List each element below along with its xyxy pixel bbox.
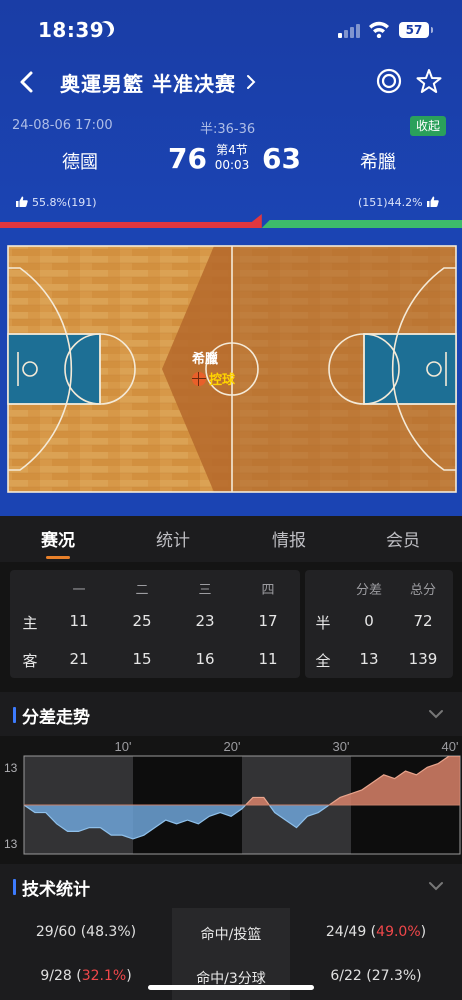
possession-label: 控球 [209,373,236,388]
away-stat: 24/49 (49.0%) [325,924,427,940]
score-diff-chart: 10' 20' 30' 40' 13 13 [0,736,462,862]
away-stat: 6/22 (27.3%) [290,968,462,984]
x-tick-label: 20' [224,739,241,754]
away-stat-value: 24/49 [325,924,367,940]
stat-row: 29/60 (48.3%) 命中/投篮 24/49 (49.0%) [0,910,462,954]
tab-bar: 赛况 统计 情报 会员 [0,516,462,562]
wifi-icon [369,21,389,38]
thumbs-up-icon [426,196,439,207]
quarter-score: 21 [69,650,89,668]
y-tick-label: 13 [4,837,18,851]
support-ratio-bar [0,214,462,228]
possession-team: 希臘 [192,352,219,367]
section-title: 分差走势 [22,708,90,728]
quarter-header: 四 [261,583,275,598]
match-datetime: 24-08-06 17:00 [12,118,113,133]
x-tick-label: 30' [333,739,350,754]
half-score: 半:36-36 [200,122,256,137]
home-score: 76 [168,142,207,175]
home-support-text: 55.8%(191) [32,196,97,209]
quarter-score: 11 [69,612,89,630]
row-label-away: 客 [22,652,38,670]
period-label: 第4节 [216,143,248,157]
chevron-down-icon[interactable] [428,708,444,720]
x-tick-label: 40' [442,739,459,754]
collapse-button[interactable]: 收起 [410,116,447,136]
quarter-score: 25 [132,612,152,630]
away-score: 63 [262,142,301,175]
home-team-name[interactable]: 德國 [62,148,98,174]
quarter-score: 15 [132,650,152,668]
home-support[interactable]: 55.8%(191) [16,196,97,209]
row-label-half: 半 [315,614,331,632]
away-support-bar [261,220,462,228]
totals-table: 分差 总分 半 0 72 全 13 139 [305,570,453,678]
status-bar: 18:39 57 [0,0,462,58]
quarter-score: 16 [195,650,215,668]
battery-indicator: 57 [399,22,433,38]
quarter-score: 23 [195,612,215,630]
tech-stats-header[interactable]: 技术统计 [0,864,462,908]
totals-header: 总分 [409,583,436,598]
quarter-header: 三 [198,583,212,598]
live-target-icon[interactable] [376,68,402,94]
quarter-score-table: 一 二 三 四 主 11 25 23 17 客 21 15 16 11 [10,570,300,678]
tab-active-indicator [46,556,70,559]
tab-stats[interactable]: 统计 [133,526,213,551]
away-team-name[interactable]: 希臘 [360,148,396,174]
favorite-star-icon[interactable] [416,68,442,94]
home-stat-value: 9/28 [40,968,72,984]
score-diff: 13 [359,650,379,668]
thumbs-up-icon [16,196,28,207]
home-stat-pct: 32.1% [81,968,127,984]
back-arrow-icon[interactable] [14,68,42,96]
away-stat-value: 6/22 [330,968,362,984]
match-detail-screen: 18:39 57 奥運男籃 半准决赛 24-08-06 17:00 半:36-3… [0,0,462,1000]
basketball-icon [192,372,206,386]
y-tick-label: 13 [4,761,18,775]
status-time: 18:39 [38,18,105,42]
tab-live[interactable]: 赛况 [18,526,98,551]
home-stat: 29/60 (48.3%) [0,924,172,940]
score-diff: 0 [364,612,374,630]
possession-indicator: 控球 [192,369,235,388]
tab-intel[interactable]: 情报 [249,526,329,551]
page-title[interactable]: 奥運男籃 半准决赛 [60,68,236,97]
chevron-down-icon[interactable] [428,880,444,892]
row-label-full: 全 [315,652,331,670]
x-tick-label: 10' [115,739,132,754]
home-stat-pct: (48.3%) [80,924,137,940]
match-header: 18:39 57 奥運男籃 半准决赛 24-08-06 17:00 半:36-3… [0,0,462,228]
away-support[interactable]: (151)44.2% [358,196,439,209]
quarter-score: 17 [258,612,278,630]
quarter-score: 11 [258,650,278,668]
game-clock: 00:03 [214,158,250,172]
section-accent [13,879,16,895]
chevron-right-icon[interactable] [244,71,258,93]
section-title: 技术统计 [22,880,90,900]
quarter-header: 二 [135,583,149,598]
tab-member[interactable]: 会员 [363,526,443,551]
away-stat-pct: 49.0% [376,924,421,940]
total-score: 139 [408,650,438,668]
totals-header: 分差 [355,583,382,598]
home-stat-value: 29/60 [35,924,77,940]
away-support-text: (151)44.2% [358,196,423,209]
quarter-header: 一 [72,583,86,598]
period-clock: 第4节 00:03 [212,143,252,173]
signal-icon [338,24,362,38]
court-view: 希臘 控球 [0,228,462,516]
home-stat: 9/28 (32.1%) [40,968,132,984]
home-indicator [148,985,314,990]
nav-bar: 奥運男籃 半准决赛 [0,62,462,102]
section-accent [13,707,16,723]
total-score: 72 [413,612,433,630]
diff-trend-header[interactable]: 分差走势 [0,692,462,736]
stat-label: 命中/投篮 [200,927,262,943]
diff-chart-svg: 10' 20' 30' 40' 13 13 [4,739,461,855]
away-stat-pct: (27.3%) [366,968,422,984]
stat-row: 9/28 (32.1%) 命中/3分球 6/22 (27.3%) [0,954,462,998]
home-support-bar [0,214,262,228]
row-label-home: 主 [22,614,38,632]
